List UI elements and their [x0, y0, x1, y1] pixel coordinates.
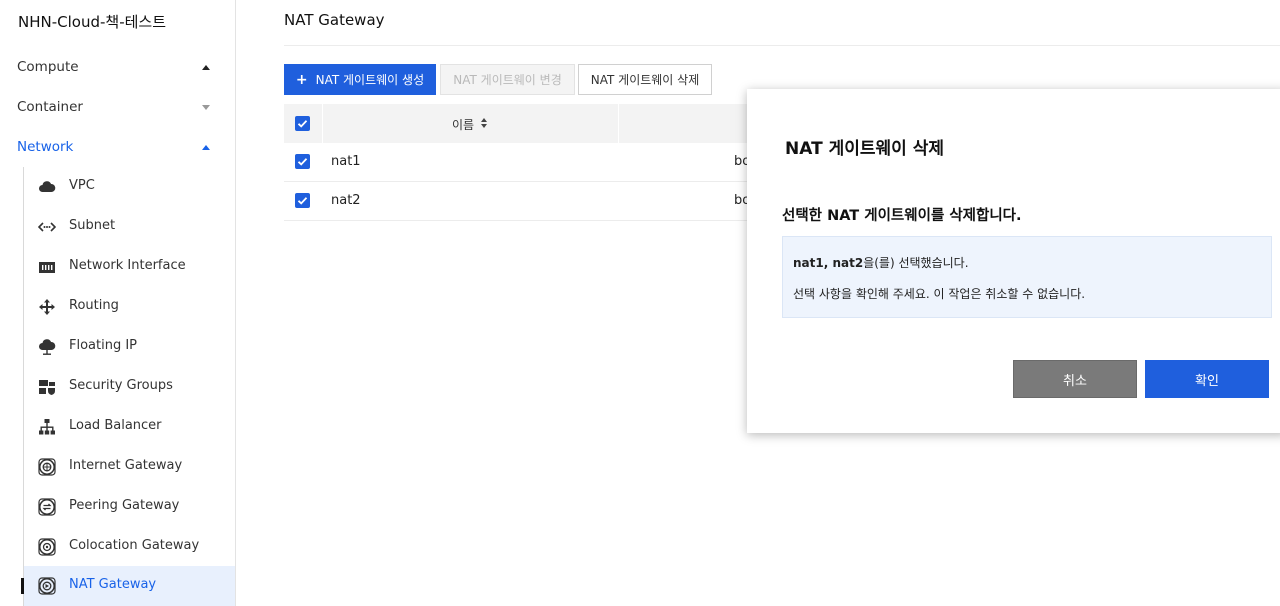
button-label: NAT 게이트웨이 변경 [453, 73, 562, 87]
page-title: NAT Gateway [284, 11, 385, 29]
sidebar: NHN-Cloud-책-테스트 Compute Container Networ… [0, 0, 236, 606]
floating-ip-icon [38, 338, 56, 356]
select-all-checkbox[interactable] [295, 116, 310, 131]
sidebar-item-label: Network Interface [69, 258, 186, 273]
row-checkbox[interactable] [295, 154, 310, 169]
edit-nat-gateway-button[interactable]: NAT 게이트웨이 변경 [440, 64, 575, 95]
button-label: NAT 게이트웨이 생성 [315, 73, 425, 87]
sidebar-item-label: VPC [69, 178, 95, 193]
sidebar-item-peering-gateway[interactable]: Peering Gateway [24, 487, 235, 527]
peering-gateway-icon [38, 498, 56, 516]
chevron-up-icon [202, 145, 210, 150]
sidebar-item-label: NAT Gateway [69, 577, 157, 592]
chevron-down-icon [202, 105, 210, 110]
chevron-up-icon [202, 65, 210, 70]
cancel-button[interactable]: 취소 [1013, 360, 1137, 398]
plus-icon: + [295, 71, 308, 88]
sidebar-item-internet-gateway[interactable]: Internet Gateway [24, 447, 235, 487]
create-nat-gateway-button[interactable]: + NAT 게이트웨이 생성 [284, 64, 436, 95]
button-label: NAT 게이트웨이 삭제 [590, 73, 700, 87]
subnet-icon [38, 218, 56, 236]
cloud-icon [38, 178, 56, 196]
routing-icon [38, 298, 56, 316]
nat-gateway-icon [38, 577, 56, 595]
sidebar-item-nat-gateway[interactable]: NAT Gateway [24, 566, 235, 606]
category-label: Container [17, 99, 83, 115]
sidebar-category-container[interactable]: Container [0, 88, 235, 128]
delete-nat-gateway-button[interactable]: NAT 게이트웨이 삭제 [578, 64, 712, 95]
sidebar-item-label: Floating IP [69, 338, 138, 353]
sidebar-item-load-balancer[interactable]: Load Balancer [24, 407, 235, 447]
project-name[interactable]: NHN-Cloud-책-테스트 [18, 11, 166, 32]
check-icon [297, 158, 308, 166]
table-header: 이름 [284, 104, 754, 143]
selection-marker [21, 578, 24, 594]
selected-names: nat1, nat2 [793, 256, 864, 270]
row-name: nat1 [331, 154, 361, 169]
selected-suffix: 을(를) 선택했습니다. [863, 256, 969, 270]
info-box: nat1, nat2을(를) 선택했습니다. 선택 사항을 확인해 주세요. 이… [782, 236, 1272, 318]
column-separator [322, 104, 323, 143]
sidebar-item-colocation-gateway[interactable]: Colocation Gateway [24, 527, 235, 567]
table-row[interactable]: nat2 bo [284, 182, 754, 221]
selected-summary: nat1, nat2을(를) 선택했습니다. [793, 254, 969, 271]
check-icon [297, 197, 308, 205]
sidebar-item-vpc[interactable]: VPC [24, 167, 235, 207]
confirm-note: 선택 사항을 확인해 주세요. 이 작업은 취소할 수 없습니다. [793, 287, 1086, 301]
row-checkbox[interactable] [295, 193, 310, 208]
sidebar-item-label: Colocation Gateway [69, 538, 200, 553]
column-separator [618, 104, 619, 143]
colocation-gateway-icon [38, 538, 56, 556]
sidebar-item-label: Routing [69, 298, 119, 313]
category-label: Network [17, 139, 74, 155]
sidebar-item-label: Internet Gateway [69, 458, 183, 473]
category-label: Compute [17, 59, 79, 75]
sidebar-item-label: Load Balancer [69, 418, 162, 433]
delete-confirm-dialog: NAT 게이트웨이 삭제 선택한 NAT 게이트웨이를 삭제합니다. nat1,… [747, 89, 1280, 433]
row-name: nat2 [331, 193, 361, 208]
sidebar-item-network-interface[interactable]: Network Interface [24, 247, 235, 287]
nic-icon [38, 258, 56, 276]
column-header-name[interactable]: 이름 [452, 116, 474, 133]
load-balancer-icon [38, 418, 56, 436]
confirm-button[interactable]: 확인 [1145, 360, 1269, 398]
sidebar-category-network[interactable]: Network [0, 128, 235, 168]
dialog-message: 선택한 NAT 게이트웨이를 삭제합니다. [782, 208, 1022, 224]
sidebar-item-routing[interactable]: Routing [24, 287, 235, 327]
sort-icon[interactable] [481, 118, 487, 128]
dialog-title: NAT 게이트웨이 삭제 [785, 139, 944, 159]
table-row[interactable]: nat1 bo [284, 143, 754, 182]
sidebar-item-label: Subnet [69, 218, 116, 233]
security-groups-icon [38, 378, 56, 396]
check-icon [297, 120, 308, 128]
sidebar-item-label: Peering Gateway [69, 498, 180, 513]
sidebar-item-label: Security Groups [69, 378, 173, 393]
sidebar-category-compute[interactable]: Compute [0, 48, 235, 88]
sidebar-item-subnet[interactable]: Subnet [24, 207, 235, 247]
sidebar-item-security-groups[interactable]: Security Groups [24, 367, 235, 407]
sidebar-item-floating-ip[interactable]: Floating IP [24, 327, 235, 367]
divider [284, 45, 1280, 46]
internet-gateway-icon [38, 458, 56, 476]
